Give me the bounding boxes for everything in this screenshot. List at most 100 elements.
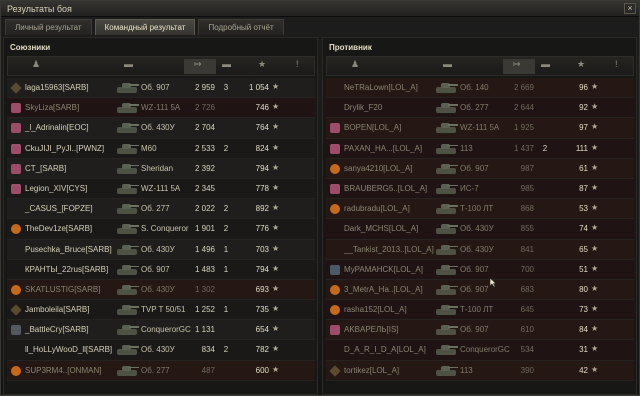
exclamation-icon[interactable]: ! [296,59,299,69]
xp-value: 92 [579,103,588,113]
player-name[interactable]: PAXAN_HA...[LOL_A] [344,144,422,153]
player-name[interactable]: Pusechka_Bruce[SARB] [25,245,112,254]
kills-icon[interactable]: ▬ [222,59,231,69]
player-icon[interactable]: ♟ [351,59,359,70]
xp-value: 764 [255,123,269,133]
table-row[interactable]: TheDev1ze[SARB] S. Conqueror 1 901 2 776 ★ [7,219,315,240]
tank-icon[interactable]: ▬ [443,59,452,69]
table-row[interactable]: Jamboleila[SARB] TVP T 50/51 1 252 1 735 ★ [7,300,315,321]
table-row[interactable]: SUP3RM4..[ONMAN] Об. 277 487 600 ★ [7,360,315,381]
player-name[interactable]: SkyLiza[SARB] [25,103,79,112]
player-name[interactable]: BRAUBERG5..[LOL_A] [344,184,427,193]
damage-value: 1 483 [194,264,215,274]
table-row[interactable]: PAXAN_HA...[LOL_A] 113 1 437 2 111 ★ [326,138,634,159]
player-name[interactable]: D_A_R_I_D_A[LOL_A] [344,345,426,354]
table-row[interactable]: radubradu[LOL_A] Т-100 ЛТ 868 53 ★ [326,199,634,220]
xp-value: 111 [575,143,588,153]
player-name[interactable]: TheDev1ze[SARB] [25,224,92,233]
table-row[interactable]: SKATLUSTIG[SARB] Об. 430У 1 302 693 ★ [7,279,315,301]
table-row[interactable]: BOPEN[LOL_A] WZ-111 5A 1 925 97 ★ [326,118,634,139]
tank-icon [434,121,458,135]
star-icon: ★ [591,324,599,334]
player-name[interactable]: MyPAMAHCK[LOL_A] [344,265,423,274]
table-row[interactable]: MyPAMAHCK[LOL_A] Об. 907 700 51 ★ [326,259,634,280]
tank-icon [115,243,139,257]
player-name[interactable]: tortikez[LOL_A] [344,366,399,375]
kills-value: 3 [223,83,229,92]
tab-team-result[interactable]: Командный результат [94,19,196,35]
damage-sort-header[interactable]: ↦ [503,59,535,74]
kills-icon[interactable]: ▬ [541,59,550,69]
damage-value: 985 [520,183,534,193]
table-row[interactable]: rasha152[LOL_A] Т-100 ЛТ 645 73 ★ [326,300,634,321]
player-name[interactable]: rasha152[LOL_A] [344,305,407,314]
xp-icon[interactable]: ★ [258,59,266,70]
table-row[interactable]: SkyLiza[SARB] WZ-111 5A 2 726 746 ★ [7,98,315,119]
xp-value: 892 [255,204,269,214]
player-name[interactable]: laga15963[SARB] [25,83,89,92]
table-row[interactable]: Legion_XIV[CYS] WZ-111 5A 2 345 778 ★ [7,178,315,200]
damage-sort-header[interactable]: ↦ [184,59,216,74]
table-row[interactable]: D_A_R_I_D_A[LOL_A] ConquerorGC 534 31 ★ [326,340,634,361]
player-icon[interactable]: ♟ [32,59,40,70]
table-row[interactable]: CT_[SARB] Sheridan 2 392 794 ★ [7,158,315,179]
table-row[interactable]: _l_Adrinalin[EOC] Об. 430У 2 704 764 ★ [7,118,315,139]
xp-value: 776 [255,224,269,234]
player-name[interactable]: _CASUS_[FOPZE] [25,204,93,213]
player-name[interactable]: _l_Adrinalin[EOC] [25,123,89,132]
xp-value: 80 [579,284,588,294]
player-name[interactable]: BOPEN[LOL_A] [344,123,401,132]
player-name[interactable]: sanya4210[LOL_A] [344,164,413,173]
player-name[interactable]: Legion_XIV[CYS] [25,184,87,193]
player-name[interactable]: NeTRaLown[LOL_A] [344,83,418,92]
table-row[interactable]: _CASUS_[FOPZE] Об. 277 2 022 2 892 ★ [7,199,315,220]
player-name[interactable]: Jamboleila[SARB] [25,305,89,314]
xp-value: 84 [579,325,588,335]
tank-name: Sheridan [141,163,174,173]
tank-icon [115,343,139,357]
table-row[interactable]: CkuJIJI_PyJI..[PWNZ] M60 2 533 2 824 ★ [7,138,315,159]
tank-name: WZ-111 5A [460,123,500,133]
tank-icon [434,222,458,236]
tab-detailed-report[interactable]: Подробный отчёт [198,19,284,35]
table-row[interactable]: sanya4210[LOL_A] Об. 907 987 61 ★ [326,158,634,179]
table-row[interactable]: ll_HoLLyWooD_ll[SARB] Об. 430У 834 2 782 ★ [7,340,315,361]
player-name[interactable]: 3_MetrA_Ha..[LOL_A] [344,285,423,294]
damage-value: 700 [520,264,534,274]
table-row[interactable]: Dark_MCHS[LOL_A] Об. 430У 855 74 ★ [326,219,634,240]
table-row[interactable]: _BattleCry[SARB] ConquerorGC 1 131 654 ★ [7,320,315,341]
player-name[interactable]: Drylik_F20 [344,103,382,112]
table-row[interactable]: AKBAPEЛЬ[IS] Об. 907 610 84 ★ [326,320,634,341]
kills-value: 2 [223,345,229,355]
player-name[interactable]: AKBAPEЛЬ[IS] [344,325,399,334]
player-name[interactable]: КРАНТЫ_22rus[SARB] [25,265,108,274]
player-name[interactable]: ll_HoLLyWooD_ll[SARB] [25,345,112,354]
table-row[interactable]: Pusechka_Bruce[SARB] Об. 430У 1 496 1 703 ★ [7,239,315,260]
table-row[interactable]: 3_MetrA_Ha..[LOL_A] Об. 907 683 80 ★ [326,279,634,301]
star-icon: ★ [591,122,599,132]
table-row[interactable]: КРАНТЫ_22rus[SARB] Об. 907 1 483 1 794 ★ [7,259,315,280]
player-name[interactable]: SKATLUSTIG[SARB] [25,285,100,294]
player-name[interactable]: __Tankist_2013..[LOL_A] [344,245,434,254]
tank-name: Об. 430У [141,244,175,254]
table-row[interactable]: __Tankist_2013..[LOL_A] Об. 430У 841 65 ★ [326,239,634,260]
xp-icon[interactable]: ★ [577,59,585,70]
player-name[interactable]: radubradu[LOL_A] [344,204,410,213]
exclamation-icon[interactable]: ! [615,59,618,69]
tank-icon[interactable]: ▬ [124,59,133,69]
clan-badge-icon [11,325,21,336]
player-name[interactable]: _BattleCry[SARB] [25,325,89,334]
damage-value: 1 302 [194,284,215,294]
table-row[interactable]: Drylik_F20 Об. 277 2 644 92 ★ [326,98,634,119]
player-name[interactable]: SUP3RM4..[ONMAN] [25,366,101,375]
table-row[interactable]: NeTRaLown[LOL_A] Об. 140 2 669 96 ★ [326,78,634,99]
table-row[interactable]: laga15963[SARB] Об. 907 2 959 3 1 054 ★ [7,78,315,99]
tab-personal-result[interactable]: Личный результат [5,19,92,35]
table-row[interactable]: BRAUBERG5..[LOL_A] ИС-7 985 87 ★ [326,178,634,200]
close-button[interactable]: × [624,3,636,14]
player-name[interactable]: CkuJIJI_PyJI..[PWNZ] [25,144,104,153]
kills-value: 2 [223,224,229,234]
player-name[interactable]: Dark_MCHS[LOL_A] [344,224,418,233]
table-row[interactable]: tortikez[LOL_A] 113 390 42 ★ [326,360,634,381]
player-name[interactable]: CT_[SARB] [25,164,66,173]
